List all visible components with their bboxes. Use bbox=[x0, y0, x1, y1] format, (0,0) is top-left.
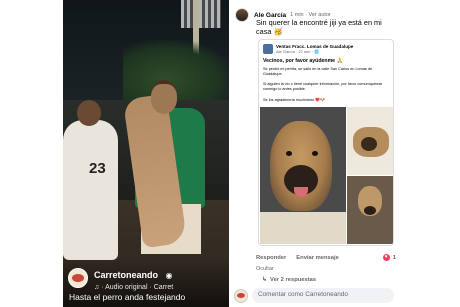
reply-arrow-icon: ↳ bbox=[262, 277, 268, 283]
commenter-avatar[interactable] bbox=[235, 8, 249, 22]
dog-photo-face[interactable] bbox=[347, 176, 393, 244]
dog-photo-main[interactable] bbox=[260, 107, 346, 244]
view-replies-button[interactable]: ↳ Ver 2 respuestas bbox=[262, 276, 317, 284]
view-replies-label: Ver 2 respuestas bbox=[270, 276, 317, 283]
stadium-lights bbox=[181, 0, 221, 28]
comment-composer: Comentar como Carretoneando bbox=[234, 288, 394, 303]
shared-post-card[interactable]: Ventas Fracc. Lomas de Guadalupe Ale Gar… bbox=[258, 39, 394, 246]
dog-photo-lying[interactable] bbox=[347, 107, 393, 175]
shared-post-title: Vecinos, por favor ayúdenme 🙏 bbox=[263, 58, 343, 64]
shared-post-body-3: Se los agradecería muchísimo ❤️🐶 bbox=[263, 98, 325, 102]
facebook-comment-panel: Ale García 1 min · Ver autor Sin querer … bbox=[230, 0, 397, 307]
composer-avatar bbox=[234, 288, 248, 303]
hide-button[interactable]: Ocultar bbox=[256, 266, 274, 272]
dog-head bbox=[151, 84, 177, 114]
channel-row[interactable]: Carretoneando ◉ ♫ · Audio original · Car… bbox=[68, 265, 173, 291]
dog-eye-right bbox=[312, 151, 318, 156]
comment-input[interactable]: Comentar como Carretoneando bbox=[252, 288, 394, 303]
shared-post-header: Ventas Fracc. Lomas de Guadalupe Ale Gar… bbox=[263, 44, 353, 54]
comment-text: Sin querer la encontré jiji ya está en m… bbox=[256, 18, 382, 36]
send-message-button[interactable]: Enviar mensaje bbox=[296, 255, 339, 261]
reply-button[interactable]: Responder bbox=[256, 255, 286, 261]
fan-head bbox=[77, 100, 101, 126]
fan-white-jersey bbox=[63, 120, 118, 260]
verified-badge-icon: ◉ bbox=[165, 271, 173, 280]
channel-avatar[interactable] bbox=[68, 268, 88, 288]
video-caption: Hasta el perro anda festejando bbox=[69, 292, 186, 302]
avatar-logo bbox=[237, 293, 245, 298]
video-frame[interactable]: 23 Carretoneando ◉ ♫ · Audio original · … bbox=[63, 0, 229, 307]
page-avatar bbox=[263, 44, 273, 54]
channel-name[interactable]: Carretoneando bbox=[94, 270, 158, 280]
avatar-logo bbox=[72, 274, 84, 282]
dog-nose bbox=[364, 206, 376, 215]
comment-actions: Responder Enviar mensaje ♥ 1 bbox=[256, 254, 396, 261]
audio-label[interactable]: ♫ · Audio original · Carret bbox=[94, 284, 173, 291]
floor bbox=[260, 212, 346, 244]
dog-eye-left bbox=[286, 151, 292, 156]
shared-post-body-1: Se perdió mi perrita, se salió en la cal… bbox=[263, 67, 373, 76]
channel-texts: Carretoneando ◉ ♫ · Audio original · Car… bbox=[94, 265, 173, 291]
jersey-number: 23 bbox=[89, 160, 106, 177]
dog-head-small bbox=[361, 137, 377, 151]
heart-icon: ♥ bbox=[382, 254, 390, 261]
reaction-count: 1 bbox=[392, 254, 396, 261]
shared-post-body-2: Si alguien la vio o tiene cualquier info… bbox=[263, 82, 383, 91]
shared-post-meta: Ale García · 27 min · 🌐 bbox=[276, 49, 319, 54]
reaction-summary[interactable]: ♥ 1 bbox=[382, 254, 396, 261]
